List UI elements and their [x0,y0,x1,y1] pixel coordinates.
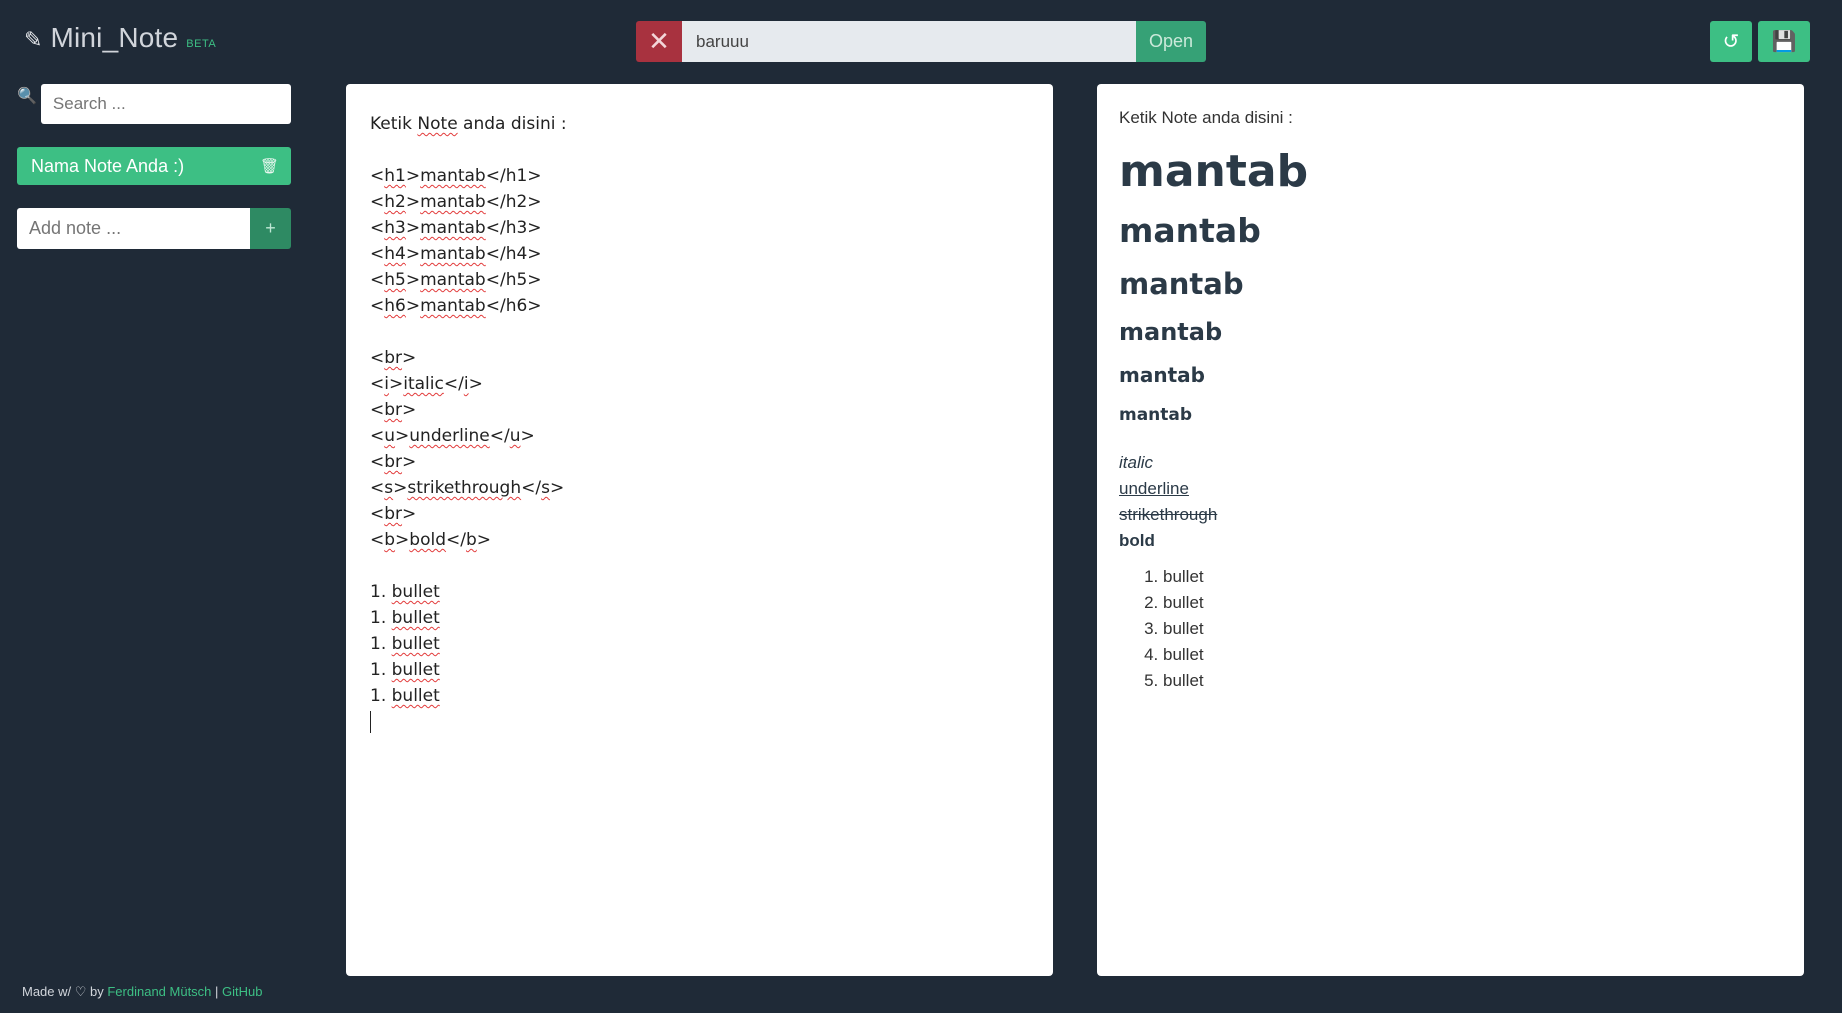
footer-separator: | [211,984,223,999]
trash-icon[interactable]: 🗑 [260,157,279,175]
text-caret [370,711,371,733]
close-icon: ✕ [648,26,670,56]
preview-h4: mantab [1119,318,1223,346]
pencil-icon: ✎ [24,27,43,52]
filename-input[interactable] [682,21,1136,62]
app-title: Mini_Note [50,22,179,53]
preview-underline: underline [1119,479,1189,498]
footer-made-by: Made w/ ♡ by [22,984,108,999]
preview-h3: mantab [1119,267,1244,301]
list-item: bullet [1163,642,1782,668]
preview-bold: bold [1119,531,1155,550]
list-item: bullet [1163,564,1782,590]
reload-button[interactable]: ↺ [1710,21,1752,62]
github-link[interactable]: GitHub [222,984,262,999]
add-note-button[interactable]: + [250,208,291,249]
search-icon: 🔍 [17,88,37,105]
search-input[interactable] [40,84,291,124]
reload-icon: ↺ [1722,31,1740,53]
list-item: bullet [1163,616,1782,642]
brand: ✎ Mini_Note BETA [24,22,216,54]
preview-italic: italic [1119,453,1154,472]
note-preview: Ketik Note anda disini : mantab mantab m… [1097,84,1804,976]
preview-h1: mantab [1119,146,1309,197]
close-file-button[interactable]: ✕ [636,21,682,62]
top-actions: ↺ 💾 [1710,21,1810,62]
search-row: 🔍 [17,84,291,124]
author-link[interactable]: Ferdinand Mütsch [107,984,211,999]
note-list-item[interactable]: Nama Note Anda :) 🗑 [17,147,291,185]
list-item: bullet [1163,590,1782,616]
footer: Made w/ ♡ by Ferdinand Mütsch | GitHub [22,984,263,1000]
preview-h2: mantab [1119,211,1261,250]
save-icon: 💾 [1771,31,1797,53]
preview-list: bullet bullet bullet bullet bullet [1119,564,1782,694]
open-button[interactable]: Open [1136,21,1206,62]
note-item-label: Nama Note Anda :) [31,155,185,176]
editor-line-intro: Ketik Note anda disini : [370,114,567,134]
preview-h6: mantab [1119,405,1193,425]
beta-badge: BETA [186,38,217,50]
preview-intro: Ketik Note anda disini : [1119,108,1293,127]
add-note-row: + [17,208,291,249]
preview-h5: mantab [1119,363,1205,387]
save-button[interactable]: 💾 [1758,21,1810,62]
preview-strikethrough: strikethrough [1119,505,1218,524]
file-bar: ✕ Open [636,21,1206,62]
note-editor[interactable]: Ketik Note anda disini : <h1>mantab</h1>… [346,84,1053,976]
list-item: bullet [1163,668,1782,694]
add-note-input[interactable] [17,208,250,249]
